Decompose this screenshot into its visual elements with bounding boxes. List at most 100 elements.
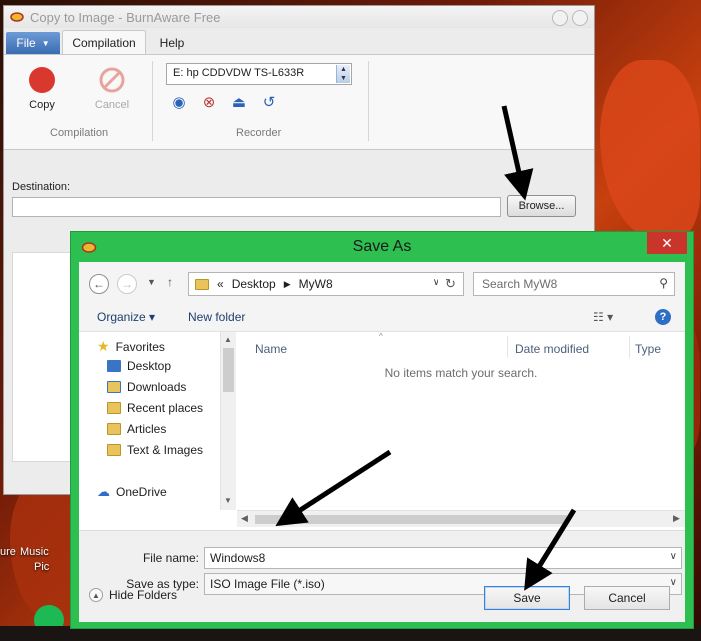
close-button[interactable]: ✕: [647, 232, 687, 254]
tab-compilation-label: Compilation: [72, 35, 136, 50]
tree-item-desktop[interactable]: Desktop: [107, 359, 171, 373]
scrollbar-thumb[interactable]: [223, 348, 234, 392]
browse-button-label: Browse...: [518, 200, 565, 212]
empty-message: No items match your search.: [384, 366, 538, 380]
search-input[interactable]: Search MyW8 ⚲: [473, 272, 675, 296]
up-arrow-icon[interactable]: ↑: [167, 275, 173, 289]
drive-select[interactable]: E: hp CDDVDW TS-L633R ▲ ▼: [166, 63, 352, 85]
desktop-wallpaper-flame: [600, 60, 700, 240]
search-placeholder: Search MyW8: [482, 277, 558, 291]
dialog-title-bar: Save As ✕: [71, 232, 693, 262]
dialog-body: ← → ▼ ↑ « Desktop ▶ MyW8 ∨ ↻ Search MyW8…: [79, 262, 685, 622]
address-row: ← → ▼ ↑ « Desktop ▶ MyW8 ∨ ↻ Search MyW8…: [79, 262, 685, 302]
scroll-left-icon[interactable]: ◀: [241, 513, 248, 524]
ribbon: Copy Cancel Compilation Recorder E: hp C…: [4, 54, 594, 150]
breadcrumb-separator-icon: ▶: [283, 278, 291, 289]
cancel-button[interactable]: Cancel: [584, 586, 670, 610]
file-list-scrollbar[interactable]: ◀ ▶: [237, 510, 685, 527]
tab-file[interactable]: File ▼: [6, 32, 60, 54]
file-list[interactable]: Name ^ Date modified Type No items match…: [237, 332, 685, 510]
folder-icon: [107, 423, 121, 435]
tab-file-label: File: [16, 36, 36, 50]
tree-item-favorites[interactable]: ★ Favorites: [97, 338, 165, 355]
hide-folders-toggle[interactable]: ▲ Hide Folders: [89, 588, 177, 602]
disc-info-icon[interactable]: ◉: [170, 93, 188, 111]
navigation-pane: ★ Favorites Desktop Downloads Recent pla…: [79, 332, 219, 510]
save-button[interactable]: Save: [484, 586, 570, 610]
save-button-label: Save: [513, 591, 541, 605]
address-bar[interactable]: « Desktop ▶ MyW8 ∨: [188, 272, 445, 296]
record-icon: [29, 67, 55, 93]
breadcrumb-myw8[interactable]: MyW8: [299, 277, 333, 291]
file-name-label: File name:: [142, 551, 199, 565]
eject-icon[interactable]: ⏏: [230, 93, 248, 111]
chevron-down-icon: ▼: [41, 38, 50, 48]
cancel-ribbon-button[interactable]: Cancel: [82, 63, 142, 111]
destination-label: Destination:: [12, 181, 71, 193]
scroll-up-icon[interactable]: ▲: [224, 335, 232, 344]
group-divider: [152, 61, 153, 141]
star-icon: ★: [97, 338, 110, 354]
column-divider[interactable]: [507, 336, 508, 358]
compilation-list[interactable]: [12, 252, 72, 462]
desktop-icon-label[interactable]: ure: [0, 546, 16, 558]
scrollbar-thumb[interactable]: [255, 515, 567, 524]
tree-item-onedrive[interactable]: ☁ OneDrive: [97, 484, 167, 500]
refresh-drive-icon[interactable]: ↺: [260, 93, 278, 111]
title-bar: Copy to Image - BurnAware Free: [4, 6, 594, 28]
organize-button[interactable]: Organize ▾: [97, 310, 155, 324]
chevron-down-icon[interactable]: ∨: [670, 551, 677, 562]
tab-help[interactable]: Help: [148, 32, 196, 54]
tree-label: OneDrive: [116, 485, 167, 499]
downloads-folder-icon: [107, 381, 121, 393]
group-divider: [368, 61, 369, 141]
desktop-icon: [107, 360, 121, 372]
scroll-right-icon[interactable]: ▶: [673, 513, 680, 524]
tree-item-downloads[interactable]: Downloads: [107, 380, 186, 394]
file-name-input[interactable]: Windows8 ∨: [204, 547, 682, 569]
maximize-button[interactable]: [572, 10, 588, 26]
drive-spinner[interactable]: ▲ ▼: [336, 65, 350, 83]
save-as-type-value: ISO Image File (*.iso): [210, 577, 325, 591]
breadcrumb-desktop[interactable]: Desktop: [232, 277, 276, 291]
tree-item-text-images[interactable]: Text & Images: [107, 443, 203, 457]
hide-folders-label: Hide Folders: [109, 588, 178, 602]
forward-button[interactable]: →: [117, 274, 137, 294]
tree-label: Favorites: [115, 339, 165, 354]
folder-icon: [107, 444, 121, 456]
sort-caret-icon: ^: [379, 332, 383, 341]
tree-item-recent-places[interactable]: Recent places: [107, 401, 203, 415]
view-options-icon[interactable]: ☷ ▾: [593, 310, 613, 324]
erase-disc-icon[interactable]: ⊗: [200, 93, 218, 111]
column-header-name[interactable]: Name: [255, 342, 287, 356]
copy-button[interactable]: Copy: [12, 63, 72, 111]
folder-icon: [195, 278, 209, 290]
refresh-button[interactable]: ↻: [438, 272, 464, 296]
tree-label: Downloads: [127, 380, 187, 394]
desktop-icon-label[interactable]: Pic: [34, 561, 49, 573]
chevron-down-icon[interactable]: ∨: [670, 577, 677, 588]
group-label-recorder: Recorder: [236, 127, 282, 139]
column-divider[interactable]: [629, 336, 630, 358]
column-header-type[interactable]: Type: [635, 342, 661, 356]
tree-label: Desktop: [127, 359, 172, 373]
desktop-icon-label[interactable]: Music: [20, 546, 49, 558]
tab-compilation[interactable]: Compilation: [62, 30, 146, 54]
new-folder-button[interactable]: New folder: [188, 310, 245, 324]
recorder-icons: ◉ ⊗ ⏏ ↺: [170, 93, 278, 111]
destination-input[interactable]: [12, 197, 501, 217]
column-header-date-modified[interactable]: Date modified: [515, 342, 589, 356]
tree-label: Recent places: [127, 401, 204, 415]
help-icon[interactable]: ?: [655, 309, 671, 325]
navigation-scrollbar[interactable]: ▲ ▼: [220, 332, 236, 510]
tree-item-articles[interactable]: Articles: [107, 422, 166, 436]
ribbon-tabs: File ▼ Compilation Help: [4, 28, 594, 54]
scroll-down-icon[interactable]: ▼: [224, 496, 232, 505]
address-overflow[interactable]: «: [217, 277, 224, 291]
back-button[interactable]: ←: [89, 274, 109, 294]
browse-button[interactable]: Browse...: [507, 195, 576, 217]
group-label-compilation: Compilation: [50, 127, 109, 139]
minimize-button[interactable]: [552, 10, 568, 26]
recent-locations-dropdown[interactable]: ▼: [147, 277, 156, 287]
cancel-icon: [99, 67, 125, 93]
